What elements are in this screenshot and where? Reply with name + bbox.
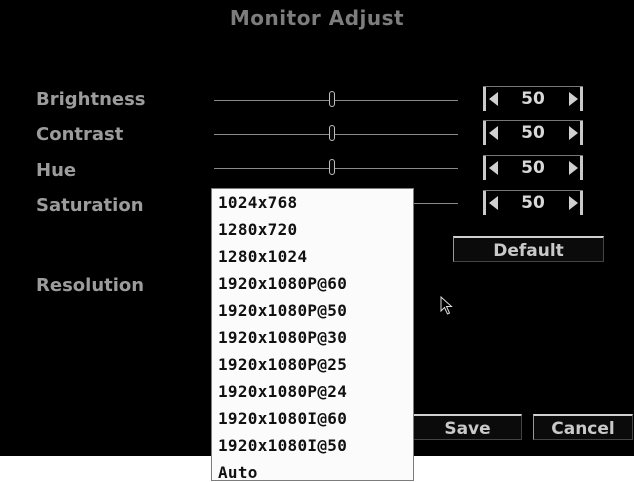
arrow-left-icon[interactable] (486, 191, 500, 215)
resolution-option[interactable]: 1920x1080P@50 (218, 301, 347, 320)
resolution-dropdown[interactable]: 1024x768 1280x720 1280x1024 1920x1080P@6… (211, 188, 414, 482)
saturation-label: Saturation (36, 195, 144, 216)
resolution-label: Resolution (36, 275, 145, 296)
resolution-option[interactable]: Auto (218, 463, 258, 482)
hue-stepper[interactable]: 50 (483, 155, 583, 180)
resolution-option[interactable]: 1920x1080P@60 (218, 274, 347, 293)
arrow-left-icon[interactable] (486, 87, 500, 111)
default-button[interactable]: Default (453, 236, 604, 262)
arrow-right-icon[interactable] (566, 87, 580, 111)
brightness-slider-thumb[interactable] (329, 91, 335, 107)
resolution-option[interactable]: 1280x720 (218, 220, 297, 239)
arrow-right-icon[interactable] (566, 121, 580, 145)
resolution-option[interactable]: 1920x1080I@50 (218, 436, 347, 455)
resolution-option[interactable]: 1920x1080P@24 (218, 382, 347, 401)
resolution-option[interactable]: 1024x768 (218, 193, 297, 212)
contrast-label: Contrast (36, 124, 124, 145)
cancel-button[interactable]: Cancel (533, 414, 633, 440)
resolution-option[interactable]: 1280x1024 (218, 247, 307, 266)
arrow-right-icon[interactable] (566, 191, 580, 215)
hue-slider-track[interactable] (214, 168, 458, 169)
arrow-right-icon[interactable] (566, 156, 580, 180)
hue-label: Hue (36, 160, 77, 181)
hue-slider-thumb[interactable] (329, 159, 335, 175)
hue-value: 50 (500, 156, 566, 180)
contrast-stepper[interactable]: 50 (483, 120, 583, 145)
page-title: Monitor Adjust (229, 6, 405, 30)
contrast-value: 50 (500, 121, 566, 145)
resolution-option[interactable]: 1920x1080I@60 (218, 409, 347, 428)
brightness-stepper[interactable]: 50 (483, 86, 583, 111)
mouse-cursor-icon (440, 296, 453, 315)
contrast-slider-track[interactable] (214, 134, 458, 135)
arrow-left-icon[interactable] (486, 121, 500, 145)
arrow-left-icon[interactable] (486, 156, 500, 180)
saturation-stepper[interactable]: 50 (483, 190, 583, 215)
contrast-slider-thumb[interactable] (329, 125, 335, 141)
save-button[interactable]: Save (413, 414, 522, 440)
saturation-value: 50 (500, 191, 566, 215)
brightness-label: Brightness (36, 89, 146, 110)
brightness-value: 50 (500, 87, 566, 111)
brightness-slider-track[interactable] (214, 100, 458, 101)
resolution-option[interactable]: 1920x1080P@30 (218, 328, 347, 347)
resolution-option[interactable]: 1920x1080P@25 (218, 355, 347, 374)
